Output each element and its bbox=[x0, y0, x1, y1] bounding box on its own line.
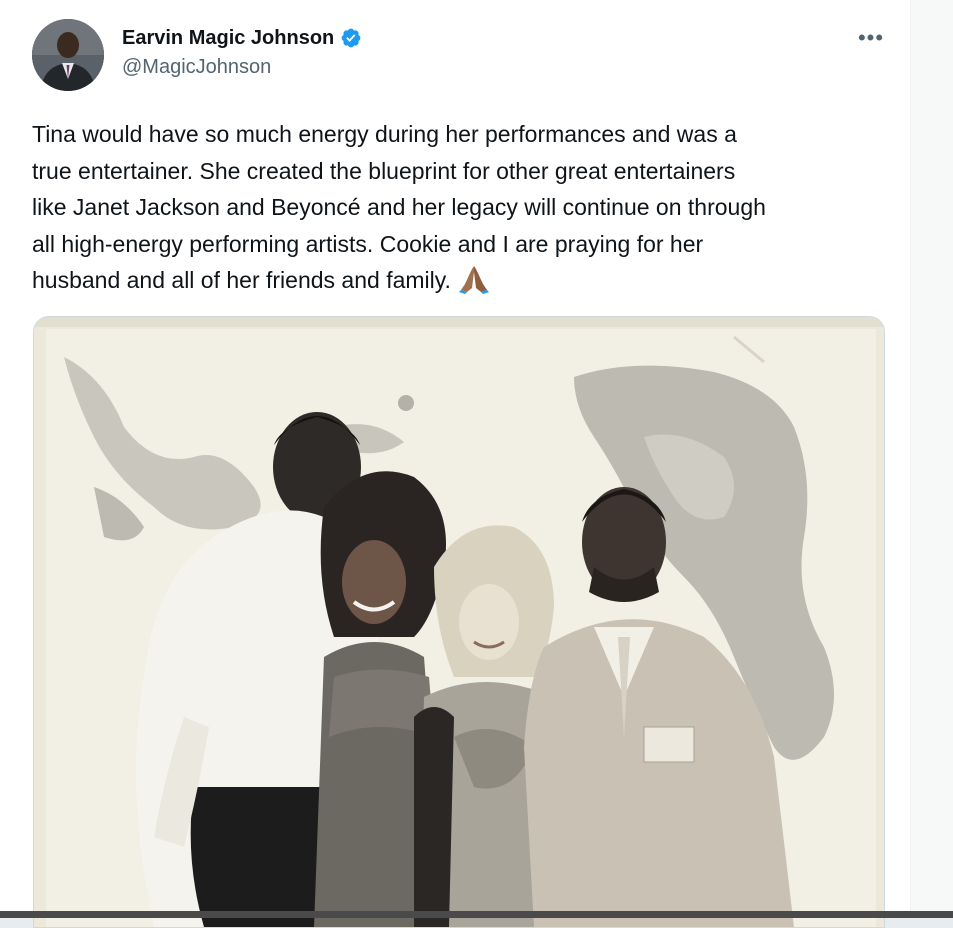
folded-hands-icon bbox=[457, 264, 491, 294]
author-display-name[interactable]: Earvin Magic Johnson bbox=[122, 27, 334, 50]
tweet-card: Earvin Magic Johnson @MagicJohnson ••• T… bbox=[0, 0, 911, 928]
tweet-photo[interactable] bbox=[33, 316, 885, 928]
avatar-photo bbox=[32, 19, 104, 91]
window-bottom-edge bbox=[0, 911, 953, 918]
tweet-header: Earvin Magic Johnson @MagicJohnson bbox=[122, 24, 362, 79]
author-handle[interactable]: @MagicJohnson bbox=[122, 56, 362, 79]
tweet-text: Tina would have so much energy during he… bbox=[32, 116, 882, 299]
vintage-group-photo bbox=[34, 317, 884, 927]
name-row: Earvin Magic Johnson bbox=[122, 24, 362, 52]
verified-badge-icon bbox=[340, 27, 362, 49]
tweet-body: Tina would have so much energy during he… bbox=[32, 121, 766, 293]
right-gutter bbox=[911, 0, 953, 918]
avatar[interactable] bbox=[32, 19, 104, 91]
more-options-icon[interactable]: ••• bbox=[855, 25, 887, 50]
